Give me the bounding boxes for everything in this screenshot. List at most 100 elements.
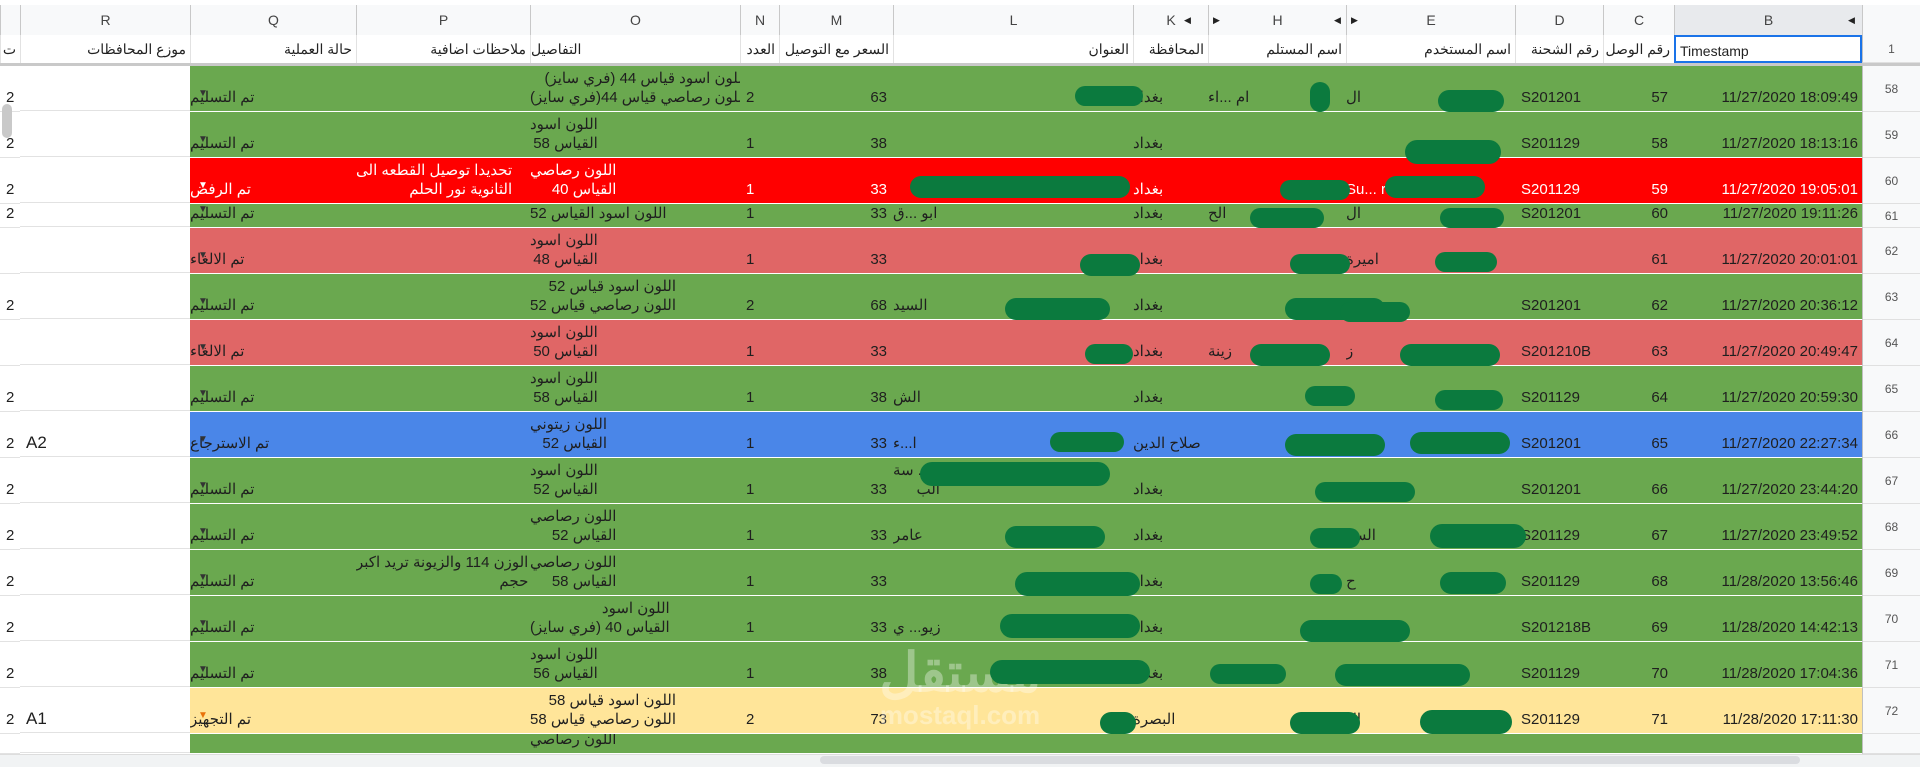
- horizontal-scroll-thumb[interactable]: [820, 756, 1800, 764]
- row-number[interactable]: 61: [1862, 204, 1920, 228]
- cell-ship[interactable]: S201201: [1515, 458, 1603, 503]
- cell-ts[interactable]: 11/28/2020 13:56:46: [1674, 550, 1862, 595]
- cell-gov[interactable]: بغداد: [1133, 320, 1208, 365]
- cell-ts[interactable]: 11/28/2020 17:04:36: [1674, 642, 1862, 687]
- cell-status[interactable]: تم الالغاء ▼: [190, 320, 356, 365]
- dropdown-arrow-icon[interactable]: ▼: [198, 660, 208, 679]
- column-header-r[interactable]: R: [20, 5, 190, 35]
- cell-status[interactable]: تم التسليم ▼: [190, 504, 356, 549]
- row-edge-cell[interactable]: [0, 228, 20, 274]
- cell-receipt[interactable]: 57: [1603, 66, 1674, 111]
- cell-ts[interactable]: 11/27/2020 22:27:34: [1674, 412, 1862, 457]
- cell-price[interactable]: 33: [779, 204, 893, 227]
- cell-price[interactable]: 33: [779, 158, 893, 203]
- cell-addr[interactable]: [893, 112, 1133, 157]
- cell-receipt[interactable]: 69: [1603, 596, 1674, 641]
- cell-count[interactable]: 1: [740, 158, 779, 203]
- row-edge-cell[interactable]: [0, 734, 20, 754]
- cell-count[interactable]: 1: [740, 458, 779, 503]
- cell-dist[interactable]: A2: [20, 412, 190, 457]
- cell-count[interactable]: 1: [740, 366, 779, 411]
- cell-count[interactable]: 1: [740, 642, 779, 687]
- hidden-columns-right-icon[interactable]: ▶: [1213, 15, 1220, 26]
- header-cell-l[interactable]: العنوان: [893, 35, 1133, 63]
- cell-status[interactable]: تم التسليم ▼: [190, 204, 356, 227]
- table-row[interactable]: A2 تم الاسترجاع ▼ اللون زيتوني القياس 52 1 33…: [20, 412, 1862, 458]
- cell-dist[interactable]: [20, 642, 190, 687]
- cell-dist[interactable]: [20, 504, 190, 549]
- cell-notes[interactable]: [356, 458, 530, 503]
- cell-dist[interactable]: [20, 320, 190, 365]
- cell-notes[interactable]: [356, 688, 530, 733]
- cell-status[interactable]: تم التسليم ▼: [190, 596, 356, 641]
- cell-ship[interactable]: S201129: [1515, 550, 1603, 595]
- table-row[interactable]: تم التسليم ▼ اللون اسود القياس 40 (فري ساي…: [20, 596, 1862, 642]
- table-row[interactable]: تم الالغاء ▼ اللون اسود القياس 50 1 33 بغداد ز…: [20, 320, 1862, 366]
- hidden-columns-left-icon[interactable]: ◀: [1184, 15, 1191, 26]
- row-edge-cell[interactable]: 2: [0, 642, 20, 688]
- table-row[interactable]: تم التسليم ▼ اللون اسود القياس 58 1 38 بغداد S…: [20, 112, 1862, 158]
- cell-addr[interactable]: [893, 734, 1133, 753]
- cell-count[interactable]: 2: [740, 688, 779, 733]
- cell-price[interactable]: 68: [779, 274, 893, 319]
- cell-dist[interactable]: [20, 228, 190, 273]
- column-header-l[interactable]: L: [893, 5, 1133, 35]
- header-cell-p[interactable]: ملاحظات اضافية: [356, 35, 530, 63]
- cell-gov[interactable]: بغداد: [1133, 596, 1208, 641]
- row-number[interactable]: 71: [1862, 642, 1920, 688]
- dropdown-arrow-icon[interactable]: ▼: [198, 614, 208, 633]
- cell-notes[interactable]: [356, 228, 530, 273]
- cell-ship[interactable]: S201201: [1515, 204, 1603, 227]
- dropdown-arrow-icon[interactable]: ▼: [198, 176, 208, 195]
- cell-notes[interactable]: [356, 596, 530, 641]
- cell-ts[interactable]: 11/27/2020 18:09:49: [1674, 66, 1862, 111]
- cell-gov[interactable]: بغداد: [1133, 550, 1208, 595]
- select-all-corner[interactable]: [1862, 5, 1920, 35]
- row-number[interactable]: 68: [1862, 504, 1920, 550]
- dropdown-arrow-icon[interactable]: ▼: [198, 384, 208, 403]
- hidden-columns-right-icon[interactable]: ▶: [1351, 15, 1358, 26]
- cell-gov[interactable]: بغداد: [1133, 66, 1208, 111]
- cell-ts[interactable]: 11/27/2020 19:05:01: [1674, 158, 1862, 203]
- cell-price[interactable]: 33: [779, 412, 893, 457]
- cell-gov[interactable]: بغداد: [1133, 158, 1208, 203]
- cell-dist[interactable]: [20, 734, 190, 753]
- cell-price[interactable]: 33: [779, 320, 893, 365]
- cell-status[interactable]: تم التسليم ▼: [190, 550, 356, 595]
- row-number[interactable]: 65: [1862, 366, 1920, 412]
- row-edge-cell[interactable]: 2: [0, 458, 20, 504]
- cell-notes[interactable]: [356, 734, 530, 753]
- cell-gov[interactable]: البصرة: [1133, 688, 1208, 733]
- vertical-scroll-thumb[interactable]: [2, 104, 12, 138]
- cell-details[interactable]: اللون رصاصي القياس 58: [530, 550, 740, 595]
- cell-ship[interactable]: S201129: [1515, 688, 1603, 733]
- row-edge-cell[interactable]: 2: [0, 204, 20, 228]
- cell-count[interactable]: 1: [740, 320, 779, 365]
- column-header-o[interactable]: O: [530, 5, 740, 35]
- column-header-c[interactable]: C: [1603, 5, 1674, 35]
- cell-notes[interactable]: [356, 366, 530, 411]
- cell-gov[interactable]: صلاح الدين: [1133, 412, 1208, 457]
- cell-details[interactable]: اللون اسود القياس 58: [530, 112, 740, 157]
- cell-receipt[interactable]: 67: [1603, 504, 1674, 549]
- dropdown-arrow-icon[interactable]: ▼: [198, 130, 208, 149]
- cell-ship[interactable]: S201129: [1515, 158, 1603, 203]
- cell-gov[interactable]: بغداد: [1133, 458, 1208, 503]
- dropdown-arrow-icon[interactable]: ▼: [198, 476, 208, 495]
- row-number[interactable]: 60: [1862, 158, 1920, 204]
- cell-dist[interactable]: [20, 204, 190, 227]
- dropdown-arrow-icon[interactable]: ▼: [198, 292, 208, 311]
- cell-status[interactable]: تم التجهيز ▼: [190, 688, 356, 733]
- cell-details[interactable]: اللون اسود القياس 52: [530, 204, 740, 227]
- cell-count[interactable]: 1: [740, 550, 779, 595]
- cell-dist[interactable]: [20, 596, 190, 641]
- cell-dist[interactable]: [20, 366, 190, 411]
- cell-status[interactable]: تم الرفض ▼: [190, 158, 356, 203]
- dropdown-arrow-icon[interactable]: ▼: [198, 522, 208, 541]
- cell-dist[interactable]: [20, 158, 190, 203]
- cell-details[interactable]: اللون اسود قياس 52 اللون رصاصي قياس 52: [530, 274, 740, 319]
- cell-price[interactable]: 33: [779, 504, 893, 549]
- cell-price[interactable]: 33: [779, 550, 893, 595]
- cell-receipt[interactable]: 59: [1603, 158, 1674, 203]
- dropdown-arrow-icon[interactable]: ▼: [198, 246, 208, 265]
